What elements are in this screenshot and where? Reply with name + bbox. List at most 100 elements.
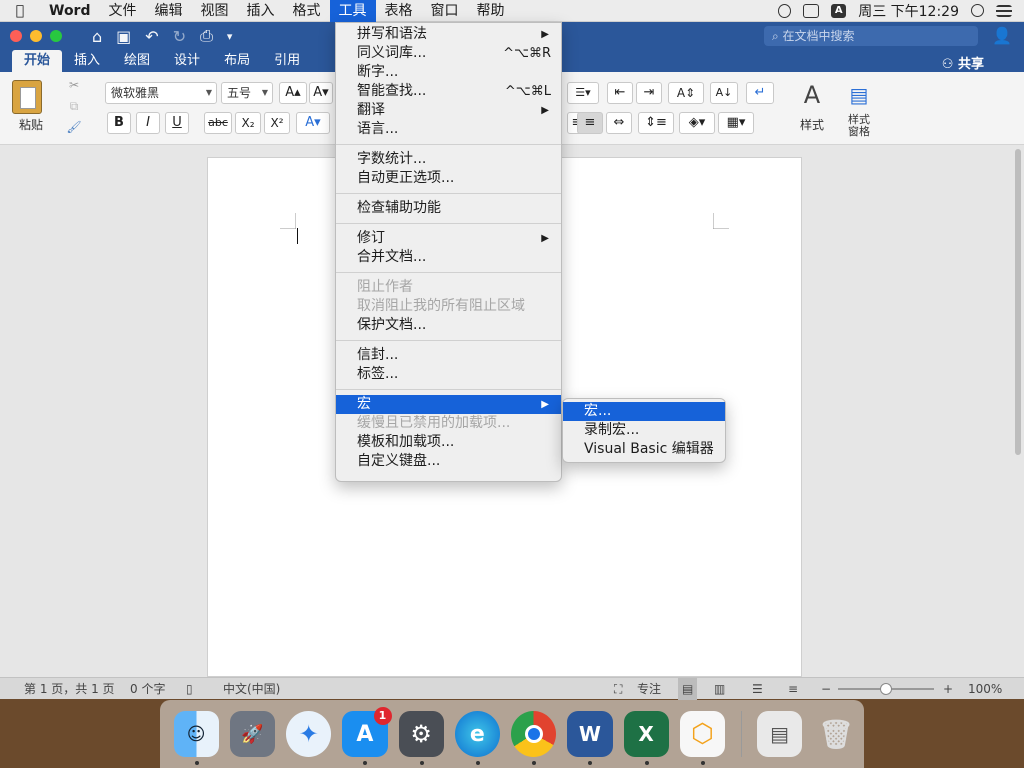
menu-item-hyphenation[interactable]: 断字... bbox=[336, 63, 561, 82]
show-formatting-icon[interactable]: ↵ bbox=[746, 82, 774, 104]
font-name-select[interactable]: 微软雅黑 ▼ bbox=[105, 82, 217, 104]
downloads-stack-icon[interactable]: ▤ bbox=[756, 711, 803, 757]
tab-insert[interactable]: 插入 bbox=[62, 50, 112, 72]
superscript-button[interactable]: X² bbox=[264, 112, 290, 134]
sort-icon[interactable]: A↓ bbox=[710, 82, 738, 104]
edge-icon[interactable]: e bbox=[454, 711, 500, 765]
paste-icon[interactable] bbox=[12, 80, 42, 114]
grow-font-button[interactable]: A▴ bbox=[279, 82, 307, 104]
menu-item-word-count[interactable]: 字数统计... bbox=[336, 150, 561, 169]
submenu-item-vba-editor[interactable]: Visual Basic 编辑器 bbox=[563, 440, 725, 459]
menu-help[interactable]: 帮助 bbox=[468, 0, 514, 22]
menu-item-macro[interactable]: 宏 ▶ bbox=[336, 395, 561, 414]
notification-center-icon[interactable] bbox=[996, 4, 1012, 17]
bold-button[interactable]: B bbox=[107, 112, 131, 134]
word-count[interactable]: 0 个字 bbox=[130, 678, 165, 700]
home-icon[interactable]: ⌂ bbox=[92, 27, 102, 46]
submenu-item-record-macro[interactable]: 录制宏... bbox=[563, 421, 725, 440]
menu-item-spelling-grammar[interactable]: 拼写和语法 ▶ bbox=[336, 25, 561, 44]
print-icon[interactable]: ⎙ bbox=[200, 26, 213, 46]
text-direction-icon[interactable]: A⇕ bbox=[668, 82, 704, 104]
menu-item-protect-document[interactable]: 保护文档... bbox=[336, 316, 561, 335]
print-layout-icon[interactable]: ▤ bbox=[678, 678, 698, 700]
save-icon[interactable]: ▣ bbox=[116, 27, 131, 46]
tab-layout[interactable]: 布局 bbox=[212, 50, 262, 72]
decrease-indent-icon[interactable]: ⇤ bbox=[607, 82, 633, 104]
app-store-icon[interactable]: A1 bbox=[342, 707, 392, 765]
line-spacing-icon[interactable]: ⇕≡ bbox=[638, 112, 674, 134]
menu-window[interactable]: 窗口 bbox=[422, 0, 468, 22]
zoom-slider-handle[interactable] bbox=[880, 683, 892, 695]
subscript-button[interactable]: X₂ bbox=[235, 112, 261, 134]
security-status-icon[interactable] bbox=[778, 3, 792, 18]
input-method-icon[interactable]: A bbox=[831, 3, 847, 18]
draft-view-icon[interactable]: ≡ bbox=[788, 678, 798, 700]
trash-icon[interactable]: 🗑 bbox=[813, 711, 858, 757]
menu-item-check-accessibility[interactable]: 检查辅助功能 bbox=[336, 199, 561, 218]
finder-icon[interactable]: ☺ bbox=[173, 711, 219, 765]
menu-item-track-changes[interactable]: 修订 ▶ bbox=[336, 229, 561, 248]
safari-icon[interactable]: ✦ bbox=[286, 711, 332, 757]
menu-item-thesaurus[interactable]: 同义词库... ^⌥⌘R bbox=[336, 44, 561, 63]
strikethrough-button[interactable]: abc bbox=[204, 112, 232, 134]
submenu-item-macros[interactable]: 宏... bbox=[563, 402, 725, 421]
menu-file[interactable]: 文件 bbox=[100, 0, 146, 22]
text-effects-button[interactable]: A▾ bbox=[296, 112, 330, 134]
tab-home[interactable]: 开始 bbox=[12, 50, 63, 72]
menu-format[interactable]: 格式 bbox=[284, 0, 330, 22]
excel-icon[interactable]: X bbox=[623, 711, 669, 765]
italic-button[interactable]: I bbox=[136, 112, 160, 134]
clock[interactable]: 周三 下午12:29 bbox=[858, 1, 959, 21]
menu-item-language[interactable]: 语言... bbox=[336, 120, 561, 139]
undo-icon[interactable]: ↶ bbox=[145, 27, 158, 46]
shading-icon[interactable]: ◈▾ bbox=[679, 112, 715, 134]
menu-item-smart-lookup[interactable]: 智能查找... ^⌥⌘L bbox=[336, 82, 561, 101]
apple-menu-icon[interactable]:  bbox=[0, 3, 40, 19]
increase-indent-icon[interactable]: ⇥ bbox=[636, 82, 662, 104]
redo-icon[interactable]: ↻ bbox=[173, 27, 186, 46]
menu-item-translate[interactable]: 翻译 ▶ bbox=[336, 101, 561, 120]
close-window-button[interactable] bbox=[10, 30, 22, 42]
tab-design[interactable]: 设计 bbox=[162, 50, 212, 72]
minimize-window-button[interactable] bbox=[30, 30, 42, 42]
menu-item-autocorrect[interactable]: 自动更正选项... bbox=[336, 169, 561, 188]
menu-insert[interactable]: 插入 bbox=[238, 0, 284, 22]
format-painter-icon[interactable]: 🖌 bbox=[64, 120, 84, 134]
customize-toolbar-icon[interactable]: ▾ bbox=[227, 30, 233, 43]
styles-icon[interactable]: A bbox=[790, 78, 834, 112]
zoom-window-button[interactable] bbox=[50, 30, 62, 42]
share-button[interactable]: ⚇ 共享 bbox=[942, 53, 984, 72]
copy-icon[interactable]: ⧉ bbox=[64, 99, 84, 114]
column-spacing-icon[interactable]: ⇔ bbox=[606, 112, 632, 134]
menu-item-customize-keyboard[interactable]: 自定义键盘... bbox=[336, 452, 561, 471]
menu-item-labels[interactable]: 标签... bbox=[336, 365, 561, 384]
focus-label[interactable]: 专注 bbox=[637, 678, 661, 700]
sketchbook-icon[interactable]: ⬡ bbox=[679, 711, 725, 765]
menu-item-envelopes[interactable]: 信封... bbox=[336, 346, 561, 365]
display-mirror-icon[interactable] bbox=[803, 3, 820, 18]
document-search-input[interactable]: ⌕ 在文档中搜索 bbox=[764, 26, 978, 46]
word-icon[interactable]: W bbox=[567, 711, 613, 765]
scroll-thumb[interactable] bbox=[1015, 149, 1021, 455]
zoom-level[interactable]: 100% bbox=[968, 678, 1002, 700]
chrome-icon[interactable] bbox=[511, 711, 557, 765]
account-icon[interactable]: 👤 bbox=[992, 26, 1012, 45]
menu-edit[interactable]: 编辑 bbox=[146, 0, 192, 22]
font-size-select[interactable]: 五号 ▼ bbox=[221, 82, 273, 104]
menu-table[interactable]: 表格 bbox=[376, 0, 422, 22]
menu-tools[interactable]: 工具 bbox=[329, 0, 376, 22]
borders-icon[interactable]: ▦▾ bbox=[718, 112, 754, 134]
cut-icon[interactable]: ✂ bbox=[64, 78, 84, 92]
app-menu[interactable]: Word bbox=[40, 0, 100, 22]
menu-view[interactable]: 视图 bbox=[192, 0, 238, 22]
launchpad-icon[interactable]: 🚀 bbox=[229, 711, 275, 757]
page-count[interactable]: 第 1 页，共 1 页 bbox=[24, 678, 115, 700]
web-layout-icon[interactable]: ▥ bbox=[714, 678, 725, 700]
system-preferences-icon[interactable]: ⚙ bbox=[398, 711, 444, 765]
zoom-in-button[interactable]: + bbox=[943, 678, 953, 700]
language-indicator[interactable]: 中文(中国) bbox=[223, 678, 280, 700]
zoom-out-button[interactable]: − bbox=[821, 678, 831, 700]
multilevel-list-button[interactable]: ☰▾ bbox=[567, 82, 599, 104]
outline-view-icon[interactable]: ☰ bbox=[752, 678, 763, 700]
tab-references[interactable]: 引用 bbox=[262, 50, 312, 72]
